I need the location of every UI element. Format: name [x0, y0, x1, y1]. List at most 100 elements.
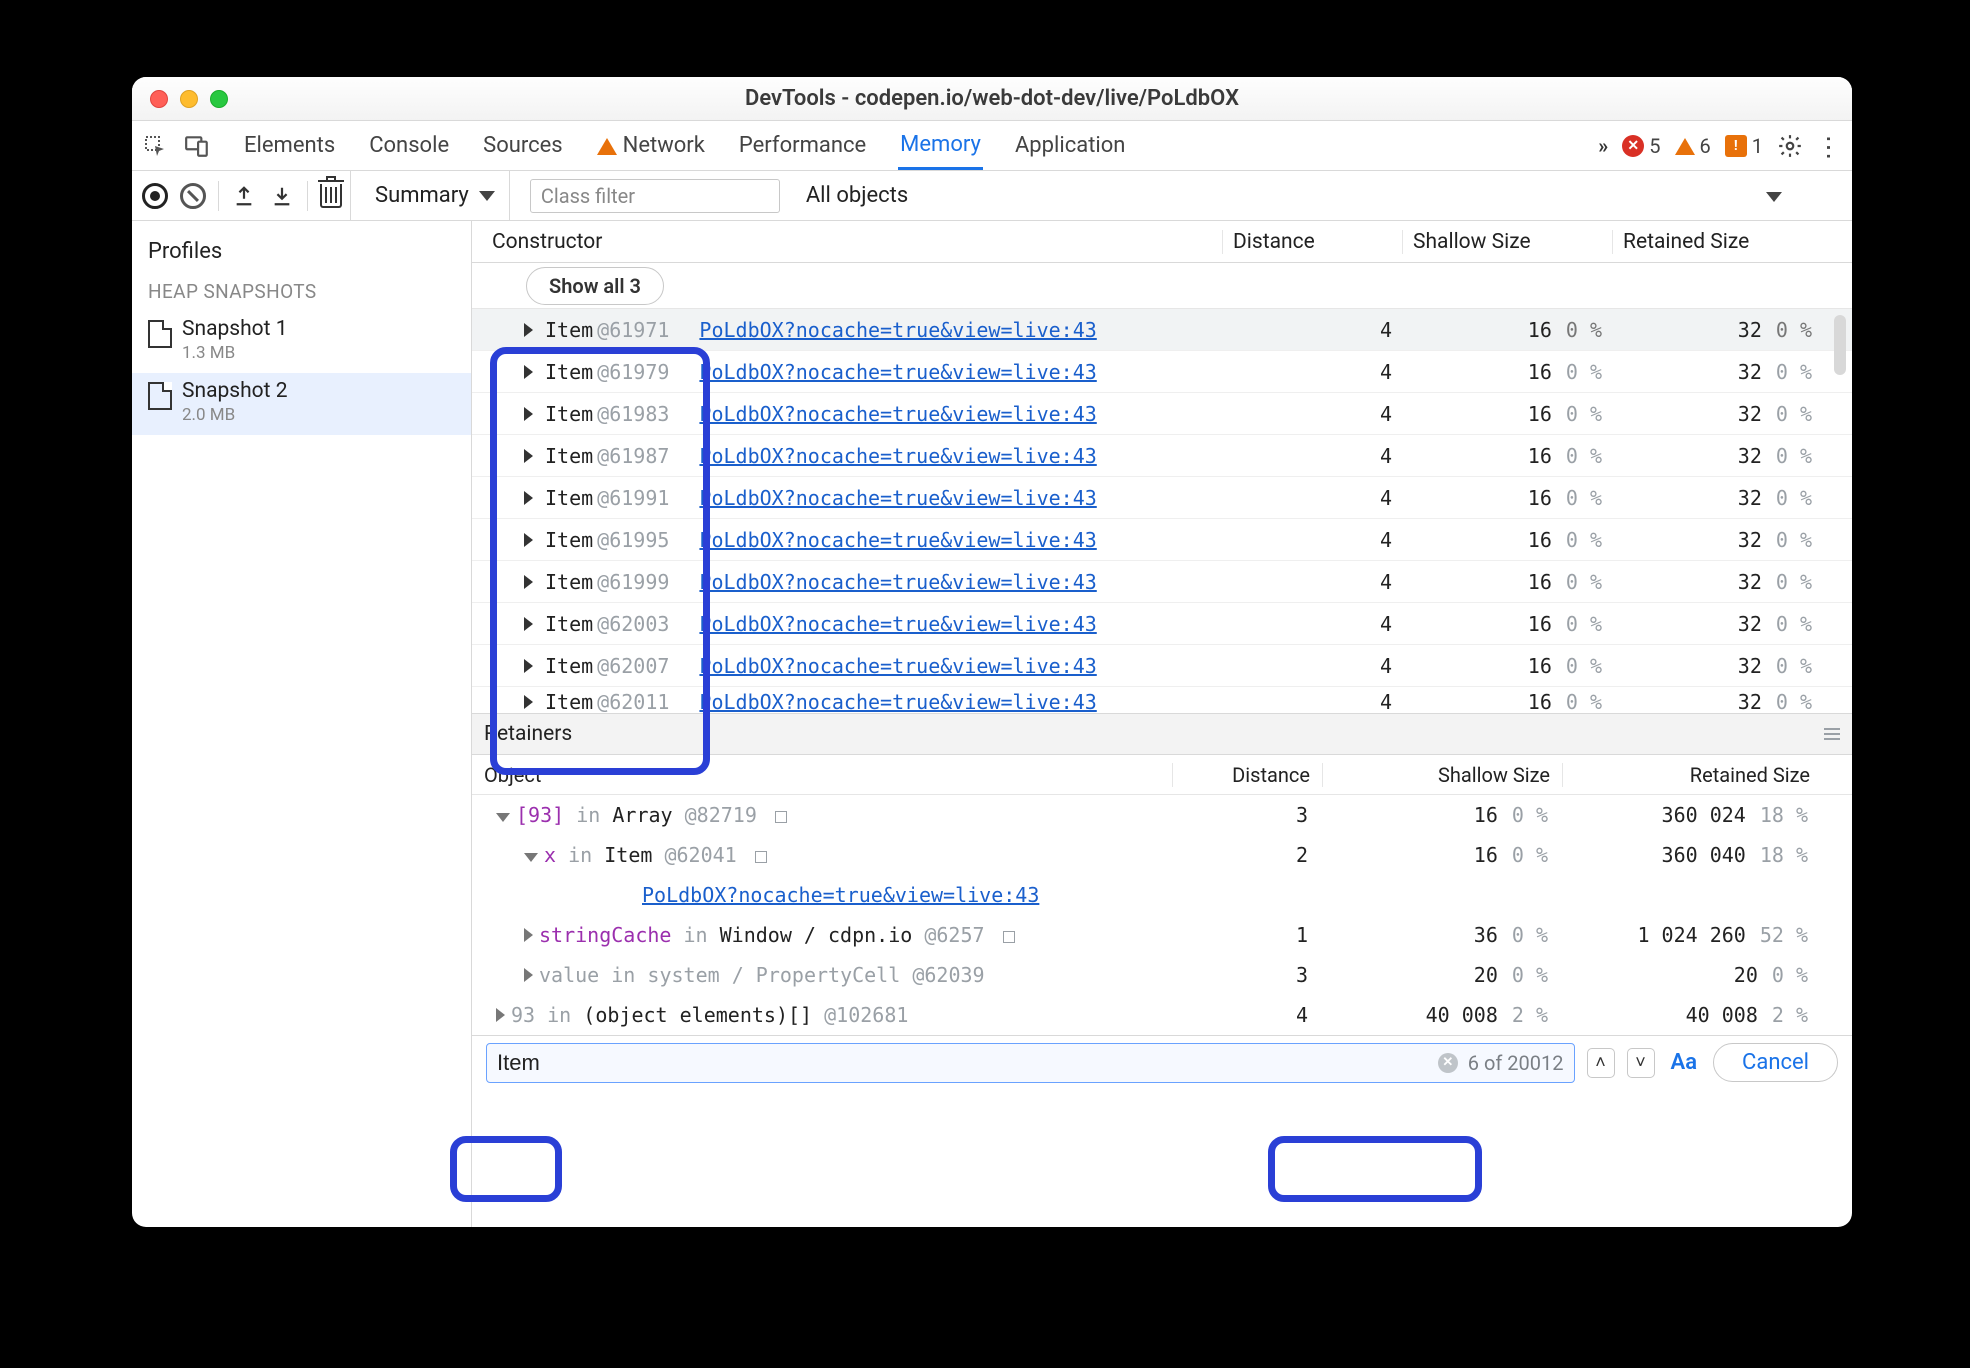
constructor-row[interactable]: Item @62003 PoLdbOX?nocache=true&view=li… — [472, 603, 1852, 645]
import-icon[interactable] — [269, 183, 295, 209]
chevron-down-icon[interactable] — [1766, 192, 1782, 202]
collapse-icon[interactable] — [524, 853, 538, 862]
object-name: Item — [545, 612, 593, 636]
source-link[interactable]: PoLdbOX?nocache=true&view=live:43 — [642, 883, 1039, 907]
source-link[interactable]: PoLdbOX?nocache=true&view=live:43 — [699, 654, 1096, 678]
retainer-row[interactable]: 93 in (object elements)[] @102681 4 40 0… — [472, 995, 1852, 1035]
menu-icon[interactable] — [1824, 728, 1840, 740]
source-link[interactable]: PoLdbOX?nocache=true&view=live:43 — [699, 486, 1096, 510]
match-case-toggle[interactable]: Aa — [1667, 1050, 1702, 1075]
retainers-body[interactable]: [93] in Array @82719 3 160 % 360 02418 %… — [472, 795, 1852, 1035]
tab-network[interactable]: Network — [595, 121, 707, 170]
expand-icon[interactable] — [524, 533, 533, 547]
expand-icon[interactable] — [496, 1008, 505, 1022]
constructor-row[interactable]: Item @61987 PoLdbOX?nocache=true&view=li… — [472, 435, 1852, 477]
col-object[interactable]: Object — [472, 763, 1172, 787]
retained-size: 40 008 — [1686, 1003, 1758, 1027]
tab-elements[interactable]: Elements — [242, 121, 337, 170]
search-field[interactable]: ✕ 6 of 20012 — [486, 1043, 1575, 1083]
expand-icon[interactable] — [524, 617, 533, 631]
export-icon[interactable] — [231, 183, 257, 209]
delete-button[interactable] — [320, 184, 342, 208]
retainer-row[interactable]: PoLdbOX?nocache=true&view=live:43 — [472, 875, 1852, 915]
clear-button[interactable] — [180, 183, 206, 209]
cancel-button[interactable]: Cancel — [1713, 1043, 1838, 1082]
issues-count[interactable]: 1 — [1752, 134, 1763, 158]
device-toggle-icon[interactable] — [182, 131, 212, 161]
more-tabs-icon[interactable]: » — [1598, 134, 1608, 158]
constructor-row[interactable]: Item @61971 PoLdbOX?nocache=true&view=li… — [472, 309, 1852, 351]
collapse-icon[interactable] — [496, 813, 510, 822]
tab-sources[interactable]: Sources — [481, 121, 565, 170]
constructor-grid-body[interactable]: Item @61971 PoLdbOX?nocache=true&view=li… — [472, 309, 1852, 713]
clear-icon[interactable]: ✕ — [1438, 1053, 1458, 1073]
col-retained[interactable]: Retained Size — [1562, 763, 1822, 787]
window-zoom-button[interactable] — [210, 90, 228, 108]
expand-icon[interactable] — [524, 968, 533, 982]
source-link[interactable]: PoLdbOX?nocache=true&view=live:43 — [699, 612, 1096, 636]
retained-pct: 0 % — [1776, 690, 1812, 714]
view-select[interactable]: Summary — [361, 171, 510, 220]
distance-cell: 4 — [1222, 444, 1402, 468]
snapshot-item[interactable]: Snapshot 2 2.0 MB — [132, 373, 471, 435]
constructor-row[interactable]: Item @61979 PoLdbOX?nocache=true&view=li… — [472, 351, 1852, 393]
objects-filter-select[interactable]: All objects — [806, 183, 908, 208]
search-input[interactable] — [497, 1050, 1428, 1076]
chevron-down-icon — [479, 191, 495, 201]
gear-icon[interactable] — [1777, 133, 1803, 159]
scrollbar-thumb[interactable] — [1834, 315, 1846, 375]
expand-icon[interactable] — [524, 575, 533, 589]
source-link[interactable]: PoLdbOX?nocache=true&view=live:43 — [699, 690, 1096, 714]
issues-icon: ! — [1725, 135, 1747, 157]
snapshot-item[interactable]: Snapshot 1 1.3 MB — [132, 311, 471, 373]
col-distance[interactable]: Distance — [1222, 230, 1402, 254]
class-filter-input[interactable]: Class filter — [530, 179, 780, 213]
expand-icon[interactable] — [524, 365, 533, 379]
col-distance[interactable]: Distance — [1172, 763, 1322, 787]
error-count[interactable]: 5 — [1649, 134, 1660, 158]
expand-icon[interactable] — [524, 491, 533, 505]
expand-icon[interactable] — [524, 928, 533, 942]
constructor-row[interactable]: Item @61995 PoLdbOX?nocache=true&view=li… — [472, 519, 1852, 561]
kebab-icon[interactable]: ⋯ — [1814, 134, 1844, 157]
record-button[interactable] — [142, 183, 168, 209]
constructor-row[interactable]: Item @61999 PoLdbOX?nocache=true&view=li… — [472, 561, 1852, 603]
source-link[interactable]: PoLdbOX?nocache=true&view=live:43 — [699, 318, 1096, 342]
source-link[interactable]: PoLdbOX?nocache=true&view=live:43 — [699, 570, 1096, 594]
expand-icon[interactable] — [524, 659, 533, 673]
tab-application[interactable]: Application — [1013, 121, 1127, 170]
expand-icon[interactable] — [524, 407, 533, 421]
next-match-button[interactable]: ˅ — [1627, 1048, 1655, 1078]
retainer-row[interactable]: x in Item @62041 2 160 % 360 04018 % — [472, 835, 1852, 875]
constructor-row[interactable]: Item @61983 PoLdbOX?nocache=true&view=li… — [472, 393, 1852, 435]
show-all-button[interactable]: Show all 3 — [526, 267, 664, 305]
window-close-button[interactable] — [150, 90, 168, 108]
tab-console[interactable]: Console — [367, 121, 451, 170]
object-name: Item — [545, 486, 593, 510]
shallow-pct: 0 % — [1566, 402, 1602, 426]
retained-pct: 18 % — [1760, 803, 1808, 827]
source-link[interactable]: PoLdbOX?nocache=true&view=live:43 — [699, 528, 1096, 552]
retainer-row[interactable]: value in system / PropertyCell @62039 3 … — [472, 955, 1852, 995]
expand-icon[interactable] — [524, 449, 533, 463]
retainer-row[interactable]: stringCache in Window / cdpn.io @6257 1 … — [472, 915, 1852, 955]
source-link[interactable]: PoLdbOX?nocache=true&view=live:43 — [699, 444, 1096, 468]
col-shallow[interactable]: Shallow Size — [1322, 763, 1562, 787]
col-shallow[interactable]: Shallow Size — [1402, 230, 1612, 254]
constructor-row[interactable]: Item @62011 PoLdbOX?nocache=true&view=li… — [472, 687, 1852, 713]
col-constructor[interactable]: Constructor — [482, 230, 1222, 254]
constructor-row[interactable]: Item @62007 PoLdbOX?nocache=true&view=li… — [472, 645, 1852, 687]
tab-memory[interactable]: Memory — [898, 121, 983, 170]
source-link[interactable]: PoLdbOX?nocache=true&view=live:43 — [699, 360, 1096, 384]
source-link[interactable]: PoLdbOX?nocache=true&view=live:43 — [699, 402, 1096, 426]
retainer-row[interactable]: [93] in Array @82719 3 160 % 360 02418 % — [472, 795, 1852, 835]
tab-performance[interactable]: Performance — [737, 121, 868, 170]
expand-icon[interactable] — [524, 323, 533, 337]
prev-match-button[interactable]: ˄ — [1587, 1048, 1615, 1078]
constructor-row[interactable]: Item @61991 PoLdbOX?nocache=true&view=li… — [472, 477, 1852, 519]
expand-icon[interactable] — [524, 695, 533, 709]
inspect-icon[interactable] — [140, 131, 170, 161]
window-minimize-button[interactable] — [180, 90, 198, 108]
warning-count[interactable]: 6 — [1700, 134, 1711, 158]
col-retained[interactable]: Retained Size — [1612, 230, 1822, 254]
